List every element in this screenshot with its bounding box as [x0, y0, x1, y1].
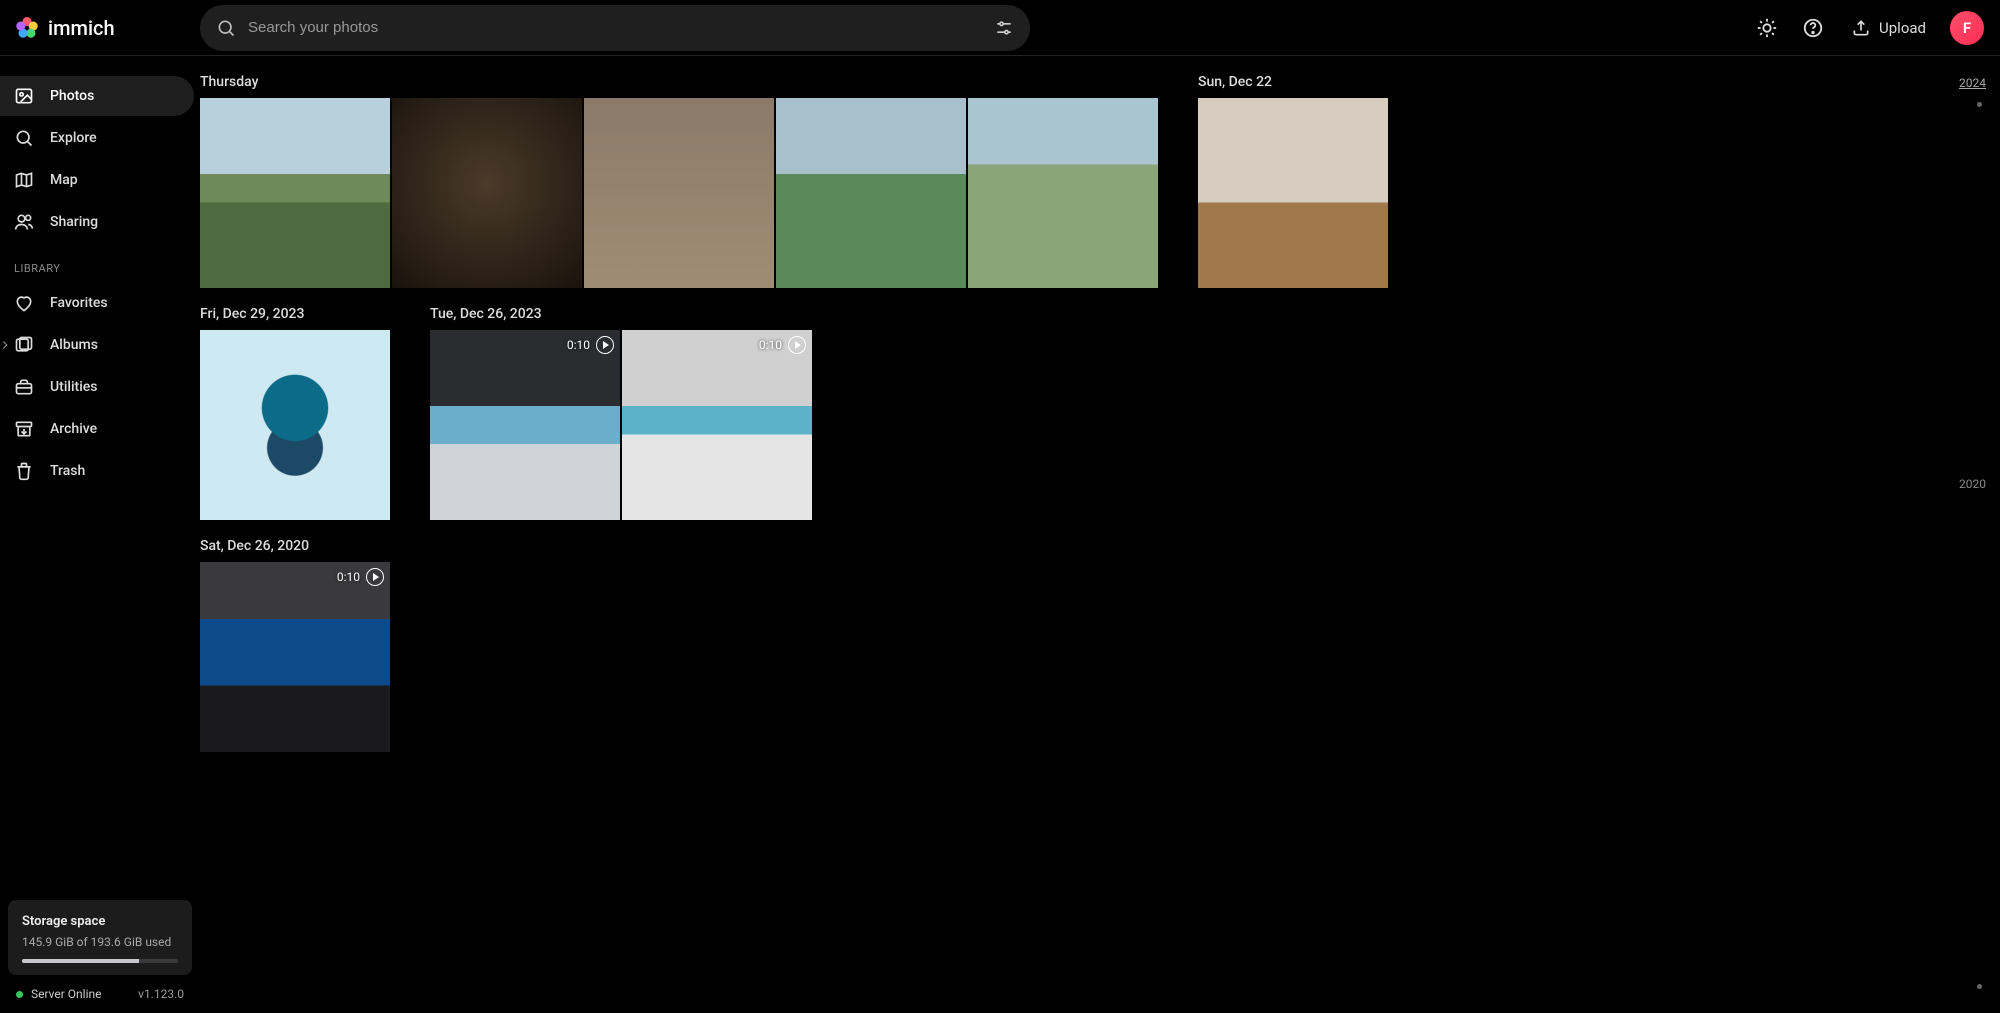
sidebar-item-label: Utilities: [50, 379, 97, 395]
group-title[interactable]: Thursday: [200, 74, 1158, 90]
photo-thumbnail[interactable]: [584, 98, 774, 288]
group-title[interactable]: Sat, Dec 26, 2020: [200, 538, 390, 554]
group-title[interactable]: Sun, Dec 22: [1198, 74, 1388, 90]
search-filters-button[interactable]: [986, 10, 1022, 46]
sidebar-item-trash[interactable]: Trash: [0, 451, 194, 491]
avatar[interactable]: F: [1950, 11, 1984, 45]
server-status-text: Server Online: [31, 987, 102, 1001]
server-status: Server Online: [16, 987, 102, 1001]
sidebar-item-archive[interactable]: Archive: [0, 409, 194, 449]
sidebar-item-sharing[interactable]: Sharing: [0, 202, 194, 242]
sidebar-item-map[interactable]: Map: [0, 160, 194, 200]
sidebar-item-favorites[interactable]: Favorites: [0, 283, 194, 323]
photo-thumbnail[interactable]: 0:10: [622, 330, 812, 520]
logo-text: immich: [48, 16, 115, 40]
search-icon: [216, 18, 236, 38]
sidebar-item-explore[interactable]: Explore: [0, 118, 194, 158]
logo-mark-icon: [14, 15, 40, 41]
sidebar-item-photos[interactable]: Photos: [0, 76, 194, 116]
toolbox-icon: [14, 377, 34, 397]
photo-thumbnail[interactable]: [776, 98, 966, 288]
photo-thumbnail[interactable]: [392, 98, 582, 288]
storage-title: Storage space: [22, 914, 178, 929]
sidebar-item-label: Sharing: [50, 214, 98, 230]
app-header: immich Upload F: [0, 0, 2000, 56]
sidebar-item-utilities[interactable]: Utilities: [0, 367, 194, 407]
search-input[interactable]: [236, 19, 986, 36]
photo-group: Sun, Dec 22: [1198, 74, 1388, 288]
photo-thumbnail[interactable]: [1198, 98, 1388, 288]
timeline-rail: 2024 2020: [1942, 74, 1986, 989]
sidebar-item-label: Trash: [50, 463, 85, 479]
video-duration-badge: 0:10: [337, 568, 384, 586]
photo-thumbnail[interactable]: [968, 98, 1158, 288]
sidebar-item-label: Favorites: [50, 295, 108, 311]
sidebar-item-label: Albums: [50, 337, 98, 353]
upload-button[interactable]: Upload: [1839, 8, 1938, 48]
theme-toggle-button[interactable]: [1747, 8, 1787, 48]
timeline-year[interactable]: 2020: [1959, 477, 1986, 491]
search-icon: [14, 128, 34, 148]
video-duration-badge: 0:10: [759, 336, 806, 354]
group-title[interactable]: Fri, Dec 29, 2023: [200, 306, 390, 322]
upload-label: Upload: [1879, 19, 1926, 37]
album-icon: [14, 335, 34, 355]
sidebar-item-label: Map: [50, 172, 78, 188]
photo-thumbnail[interactable]: 0:10: [430, 330, 620, 520]
app-version: v1.123.0: [138, 987, 184, 1001]
search-bar[interactable]: [200, 5, 1030, 51]
storage-card: Storage space 145.9 GiB of 193.6 GiB use…: [8, 900, 192, 975]
sidebar: Photos Explore Map Sharing LIBRARY Favorite…: [0, 56, 200, 1013]
play-icon: [788, 336, 806, 354]
photo-thumbnail[interactable]: [200, 330, 390, 520]
logo[interactable]: immich: [10, 15, 200, 41]
photo-group: Thursday: [200, 74, 1158, 288]
timeline-dot-icon[interactable]: [1977, 984, 1982, 989]
photo-thumbnail[interactable]: 0:10: [200, 562, 390, 752]
photo-group: Tue, Dec 26, 2023 0:10 0:10: [430, 306, 812, 520]
heart-icon: [14, 293, 34, 313]
photo-group: Fri, Dec 29, 2023: [200, 306, 390, 520]
sidebar-heading-library: LIBRARY: [0, 244, 200, 283]
sidebar-item-label: Archive: [50, 421, 97, 437]
archive-icon: [14, 419, 34, 439]
image-icon: [14, 86, 34, 106]
sidebar-item-label: Explore: [50, 130, 97, 146]
map-icon: [14, 170, 34, 190]
video-duration-badge: 0:10: [567, 336, 614, 354]
status-dot-icon: [16, 991, 23, 998]
timeline-dot-icon[interactable]: [1977, 102, 1982, 107]
trash-icon: [14, 461, 34, 481]
storage-subtitle: 145.9 GiB of 193.6 GiB used: [22, 935, 178, 949]
storage-bar: [22, 959, 178, 963]
chevron-right-icon[interactable]: [0, 338, 12, 352]
timeline-year[interactable]: 2024: [1959, 76, 1986, 90]
group-title[interactable]: Tue, Dec 26, 2023: [430, 306, 812, 322]
play-icon: [596, 336, 614, 354]
sidebar-item-label: Photos: [50, 88, 94, 104]
people-icon: [14, 212, 34, 232]
help-button[interactable]: [1793, 8, 1833, 48]
play-icon: [366, 568, 384, 586]
photo-group: Sat, Dec 26, 2020 0:10: [200, 538, 390, 752]
photo-thumbnail[interactable]: [200, 98, 390, 288]
sidebar-item-albums[interactable]: Albums: [0, 325, 194, 365]
